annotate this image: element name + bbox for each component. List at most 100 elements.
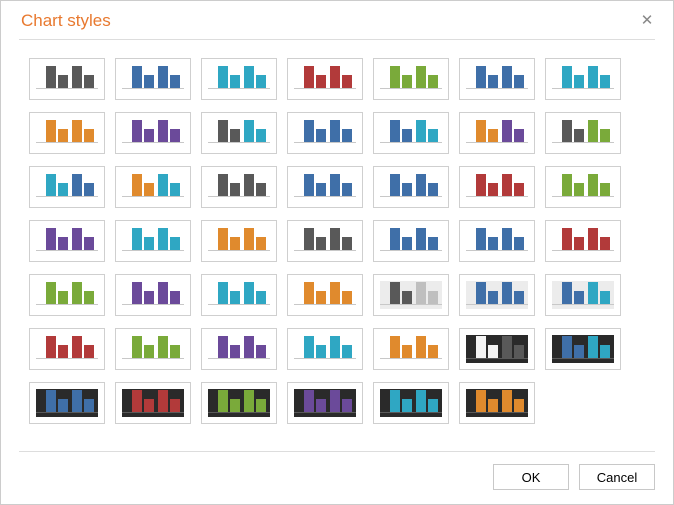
bar-icon [132, 174, 142, 196]
bar-icon [218, 282, 228, 304]
bar-icon [502, 282, 512, 304]
cancel-button[interactable]: Cancel [579, 464, 655, 490]
chart-style-tile[interactable] [545, 112, 621, 154]
chart-style-tile[interactable] [29, 382, 105, 424]
bar-icon [256, 291, 266, 304]
chart-style-tile[interactable] [459, 166, 535, 208]
chart-style-tile[interactable] [201, 274, 277, 316]
bar-icon [562, 336, 572, 358]
chart-style-tile[interactable] [545, 166, 621, 208]
bar-icon [342, 399, 352, 412]
chart-style-tile[interactable] [201, 58, 277, 100]
chart-style-tile[interactable] [287, 166, 363, 208]
bar-icon [72, 336, 82, 358]
ok-button[interactable]: OK [493, 464, 569, 490]
bar-icon [84, 75, 94, 88]
bar-icon [144, 129, 154, 142]
chart-style-tile[interactable] [459, 58, 535, 100]
chart-style-tile[interactable] [115, 382, 191, 424]
bar-icon [46, 120, 56, 142]
chart-style-tile[interactable] [459, 328, 535, 370]
chart-style-tile[interactable] [287, 112, 363, 154]
chart-style-tile[interactable] [201, 382, 277, 424]
bar-icon [488, 399, 498, 412]
bar-icon [476, 66, 486, 88]
chart-style-tile[interactable] [459, 274, 535, 316]
chart-style-tile[interactable] [373, 112, 449, 154]
chart-style-tile[interactable] [373, 58, 449, 100]
bar-icon [218, 228, 228, 250]
bar-icon [476, 120, 486, 142]
chart-style-tile[interactable] [287, 58, 363, 100]
bar-icon [304, 390, 314, 412]
chart-style-tile[interactable] [115, 274, 191, 316]
chart-style-tile[interactable] [287, 382, 363, 424]
bar-icon [316, 399, 326, 412]
chart-style-tile[interactable] [115, 328, 191, 370]
bar-icon [84, 183, 94, 196]
bar-icon [158, 174, 168, 196]
bar-icon [46, 390, 56, 412]
titlebar: Chart styles ✕ [1, 1, 673, 39]
chart-style-tile[interactable] [287, 220, 363, 262]
bar-icon [416, 66, 426, 88]
chart-style-tile[interactable] [29, 166, 105, 208]
chart-style-tile[interactable] [29, 274, 105, 316]
bar-icon [514, 345, 524, 358]
chart-style-tile[interactable] [29, 220, 105, 262]
chart-style-tile[interactable] [545, 274, 621, 316]
bar-icon [342, 237, 352, 250]
bar-icon [218, 390, 228, 412]
chart-style-tile[interactable] [115, 166, 191, 208]
bar-icon [342, 75, 352, 88]
chart-style-tile[interactable] [373, 166, 449, 208]
chart-style-tile[interactable] [545, 58, 621, 100]
chart-style-tile[interactable] [115, 220, 191, 262]
bar-icon [488, 345, 498, 358]
bar-icon [342, 129, 352, 142]
bar-icon [502, 390, 512, 412]
bar-icon [330, 390, 340, 412]
bar-icon [514, 75, 524, 88]
bar-icon [562, 66, 572, 88]
bar-icon [562, 228, 572, 250]
bar-icon [72, 228, 82, 250]
bar-icon [132, 120, 142, 142]
bar-icon [488, 291, 498, 304]
chart-style-tile[interactable] [545, 328, 621, 370]
bar-icon [170, 399, 180, 412]
bar-icon [574, 75, 584, 88]
chart-style-tile[interactable] [201, 328, 277, 370]
chart-style-tile[interactable] [373, 328, 449, 370]
chart-style-tile[interactable] [29, 112, 105, 154]
chart-style-tile[interactable] [287, 274, 363, 316]
bar-icon [72, 390, 82, 412]
chart-style-tile[interactable] [201, 220, 277, 262]
chart-style-tile[interactable] [373, 220, 449, 262]
chart-style-tile[interactable] [373, 274, 449, 316]
bar-icon [158, 282, 168, 304]
bar-icon [514, 399, 524, 412]
bar-icon [574, 345, 584, 358]
bar-icon [488, 129, 498, 142]
chart-style-tile[interactable] [545, 220, 621, 262]
chart-style-tile[interactable] [201, 112, 277, 154]
close-icon[interactable]: ✕ [639, 13, 655, 29]
chart-style-tile[interactable] [459, 220, 535, 262]
content-area [1, 40, 673, 451]
chart-style-tile[interactable] [29, 328, 105, 370]
chart-style-tile[interactable] [287, 328, 363, 370]
bar-icon [428, 237, 438, 250]
chart-style-tile[interactable] [201, 166, 277, 208]
chart-style-tile[interactable] [459, 112, 535, 154]
bar-icon [144, 291, 154, 304]
chart-style-tile[interactable] [115, 58, 191, 100]
chart-style-tile[interactable] [373, 382, 449, 424]
bar-icon [390, 390, 400, 412]
chart-style-tile[interactable] [29, 58, 105, 100]
chart-style-tile[interactable] [115, 112, 191, 154]
chart-style-tile[interactable] [459, 382, 535, 424]
bar-icon [402, 129, 412, 142]
bar-icon [390, 282, 400, 304]
bar-icon [58, 291, 68, 304]
